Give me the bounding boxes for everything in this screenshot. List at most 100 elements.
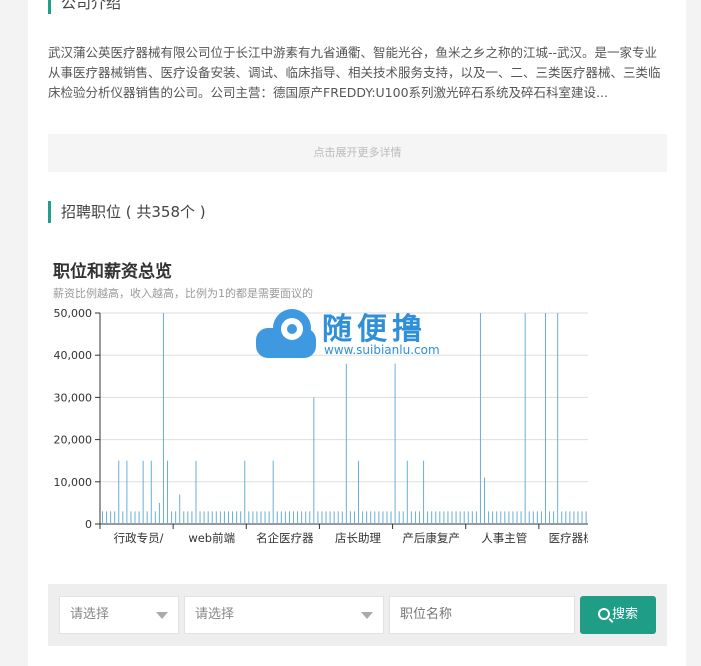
search-button-label: 搜索 [611, 607, 638, 622]
bar [447, 511, 449, 524]
bar [581, 511, 583, 524]
bar [516, 511, 518, 524]
bar [175, 511, 177, 524]
bar [134, 511, 136, 524]
location-select[interactable]: 请选择 [184, 596, 384, 634]
chart-title: 职位和薪资总览 [53, 262, 172, 282]
bar [293, 511, 295, 524]
bar [496, 511, 498, 524]
x-tick-label: 行政专员/ [114, 531, 164, 545]
x-tick-label: 店长助理 [335, 531, 381, 545]
bar [569, 511, 571, 524]
bar [390, 511, 392, 524]
bar [256, 511, 258, 524]
x-tick-label: 医疗器械研 [549, 531, 588, 545]
keyword-field[interactable] [389, 596, 575, 634]
bar [459, 511, 461, 524]
bar [536, 511, 538, 524]
bar [557, 313, 559, 524]
bar [199, 511, 201, 524]
company-description: 武汉蒲公英医疗器械有限公司位于长江中游素有九省通衢、智能光谷，鱼米之乡之称的江城… [48, 45, 661, 100]
watermark: 随便撸 www.suibianlu.com [254, 308, 440, 364]
bar [386, 511, 388, 524]
bar [427, 511, 429, 524]
bar [321, 511, 323, 524]
bar [463, 511, 465, 524]
y-tick-label: 50,000 [54, 307, 93, 320]
company-intro-heading: 公司介绍 [48, 0, 121, 14]
bar [378, 511, 380, 524]
bar [349, 511, 351, 524]
y-tick-label: 0 [85, 518, 92, 531]
bar [439, 511, 441, 524]
bar [187, 511, 189, 524]
bar [154, 511, 156, 524]
bar [223, 511, 225, 524]
bar [232, 511, 234, 524]
bar [171, 511, 173, 524]
bar [301, 511, 303, 524]
cloud-logo-icon [256, 309, 316, 358]
bar [471, 511, 473, 524]
bar [524, 313, 526, 524]
y-tick-label: 40,000 [54, 349, 93, 362]
bar [146, 511, 148, 524]
bar [138, 511, 140, 524]
bar [345, 363, 347, 524]
bar [227, 511, 229, 524]
bar [544, 313, 546, 524]
bar [467, 511, 469, 524]
bar [211, 511, 213, 524]
bar [102, 511, 103, 524]
bar [443, 511, 445, 524]
bar [325, 511, 327, 524]
bar [272, 460, 274, 524]
bar [455, 511, 457, 524]
bar [479, 313, 481, 524]
bar [577, 511, 579, 524]
bar [268, 511, 270, 524]
x-tick-label: 名企医疗器 [256, 531, 314, 545]
bar [118, 460, 120, 524]
bar [414, 511, 416, 524]
y-tick-label: 30,000 [54, 391, 93, 404]
bar [158, 502, 160, 524]
bar [358, 460, 360, 524]
job-search-panel: 请选择 请选择 搜索 [48, 584, 667, 646]
x-tick-label: web前端 [188, 531, 235, 545]
bar [382, 511, 384, 524]
bar [500, 511, 502, 524]
bar [114, 511, 116, 524]
bar [418, 511, 420, 524]
keyword-input[interactable] [400, 607, 560, 622]
expand-details-button[interactable]: 点击展开更多详情 [48, 134, 667, 172]
bar [313, 397, 315, 524]
bar [195, 460, 197, 524]
bar [423, 460, 425, 524]
location-select-value: 请选择 [195, 607, 235, 622]
bar [374, 511, 376, 524]
bar [329, 511, 331, 524]
chart-subtitle: 薪资比例越高，收入越高，比例为1的都是需要面议的 [53, 287, 313, 300]
jobs-heading: 招聘职位 ( 共358个 ) [48, 201, 206, 223]
bar [573, 511, 575, 524]
bar [260, 511, 262, 524]
bar [122, 511, 124, 524]
bar [410, 511, 412, 524]
bar [492, 511, 494, 524]
bar [549, 511, 551, 524]
bar [508, 511, 510, 524]
watermark-url: www.suibianlu.com [324, 343, 440, 357]
category-select[interactable]: 请选择 [59, 596, 179, 634]
bar [488, 511, 490, 524]
bar [585, 511, 587, 524]
search-button[interactable]: 搜索 [580, 596, 656, 634]
bar [219, 511, 221, 524]
company-card: 公司介绍 武汉蒲公英医疗器械有限公司位于长江中游素有九省通衢、智能光谷，鱼米之乡… [28, 0, 686, 666]
bar [398, 511, 400, 524]
bar [553, 511, 555, 524]
bar [565, 511, 567, 524]
bar [150, 460, 152, 524]
bar [337, 511, 339, 524]
watermark-text: 随便撸 [322, 312, 427, 347]
